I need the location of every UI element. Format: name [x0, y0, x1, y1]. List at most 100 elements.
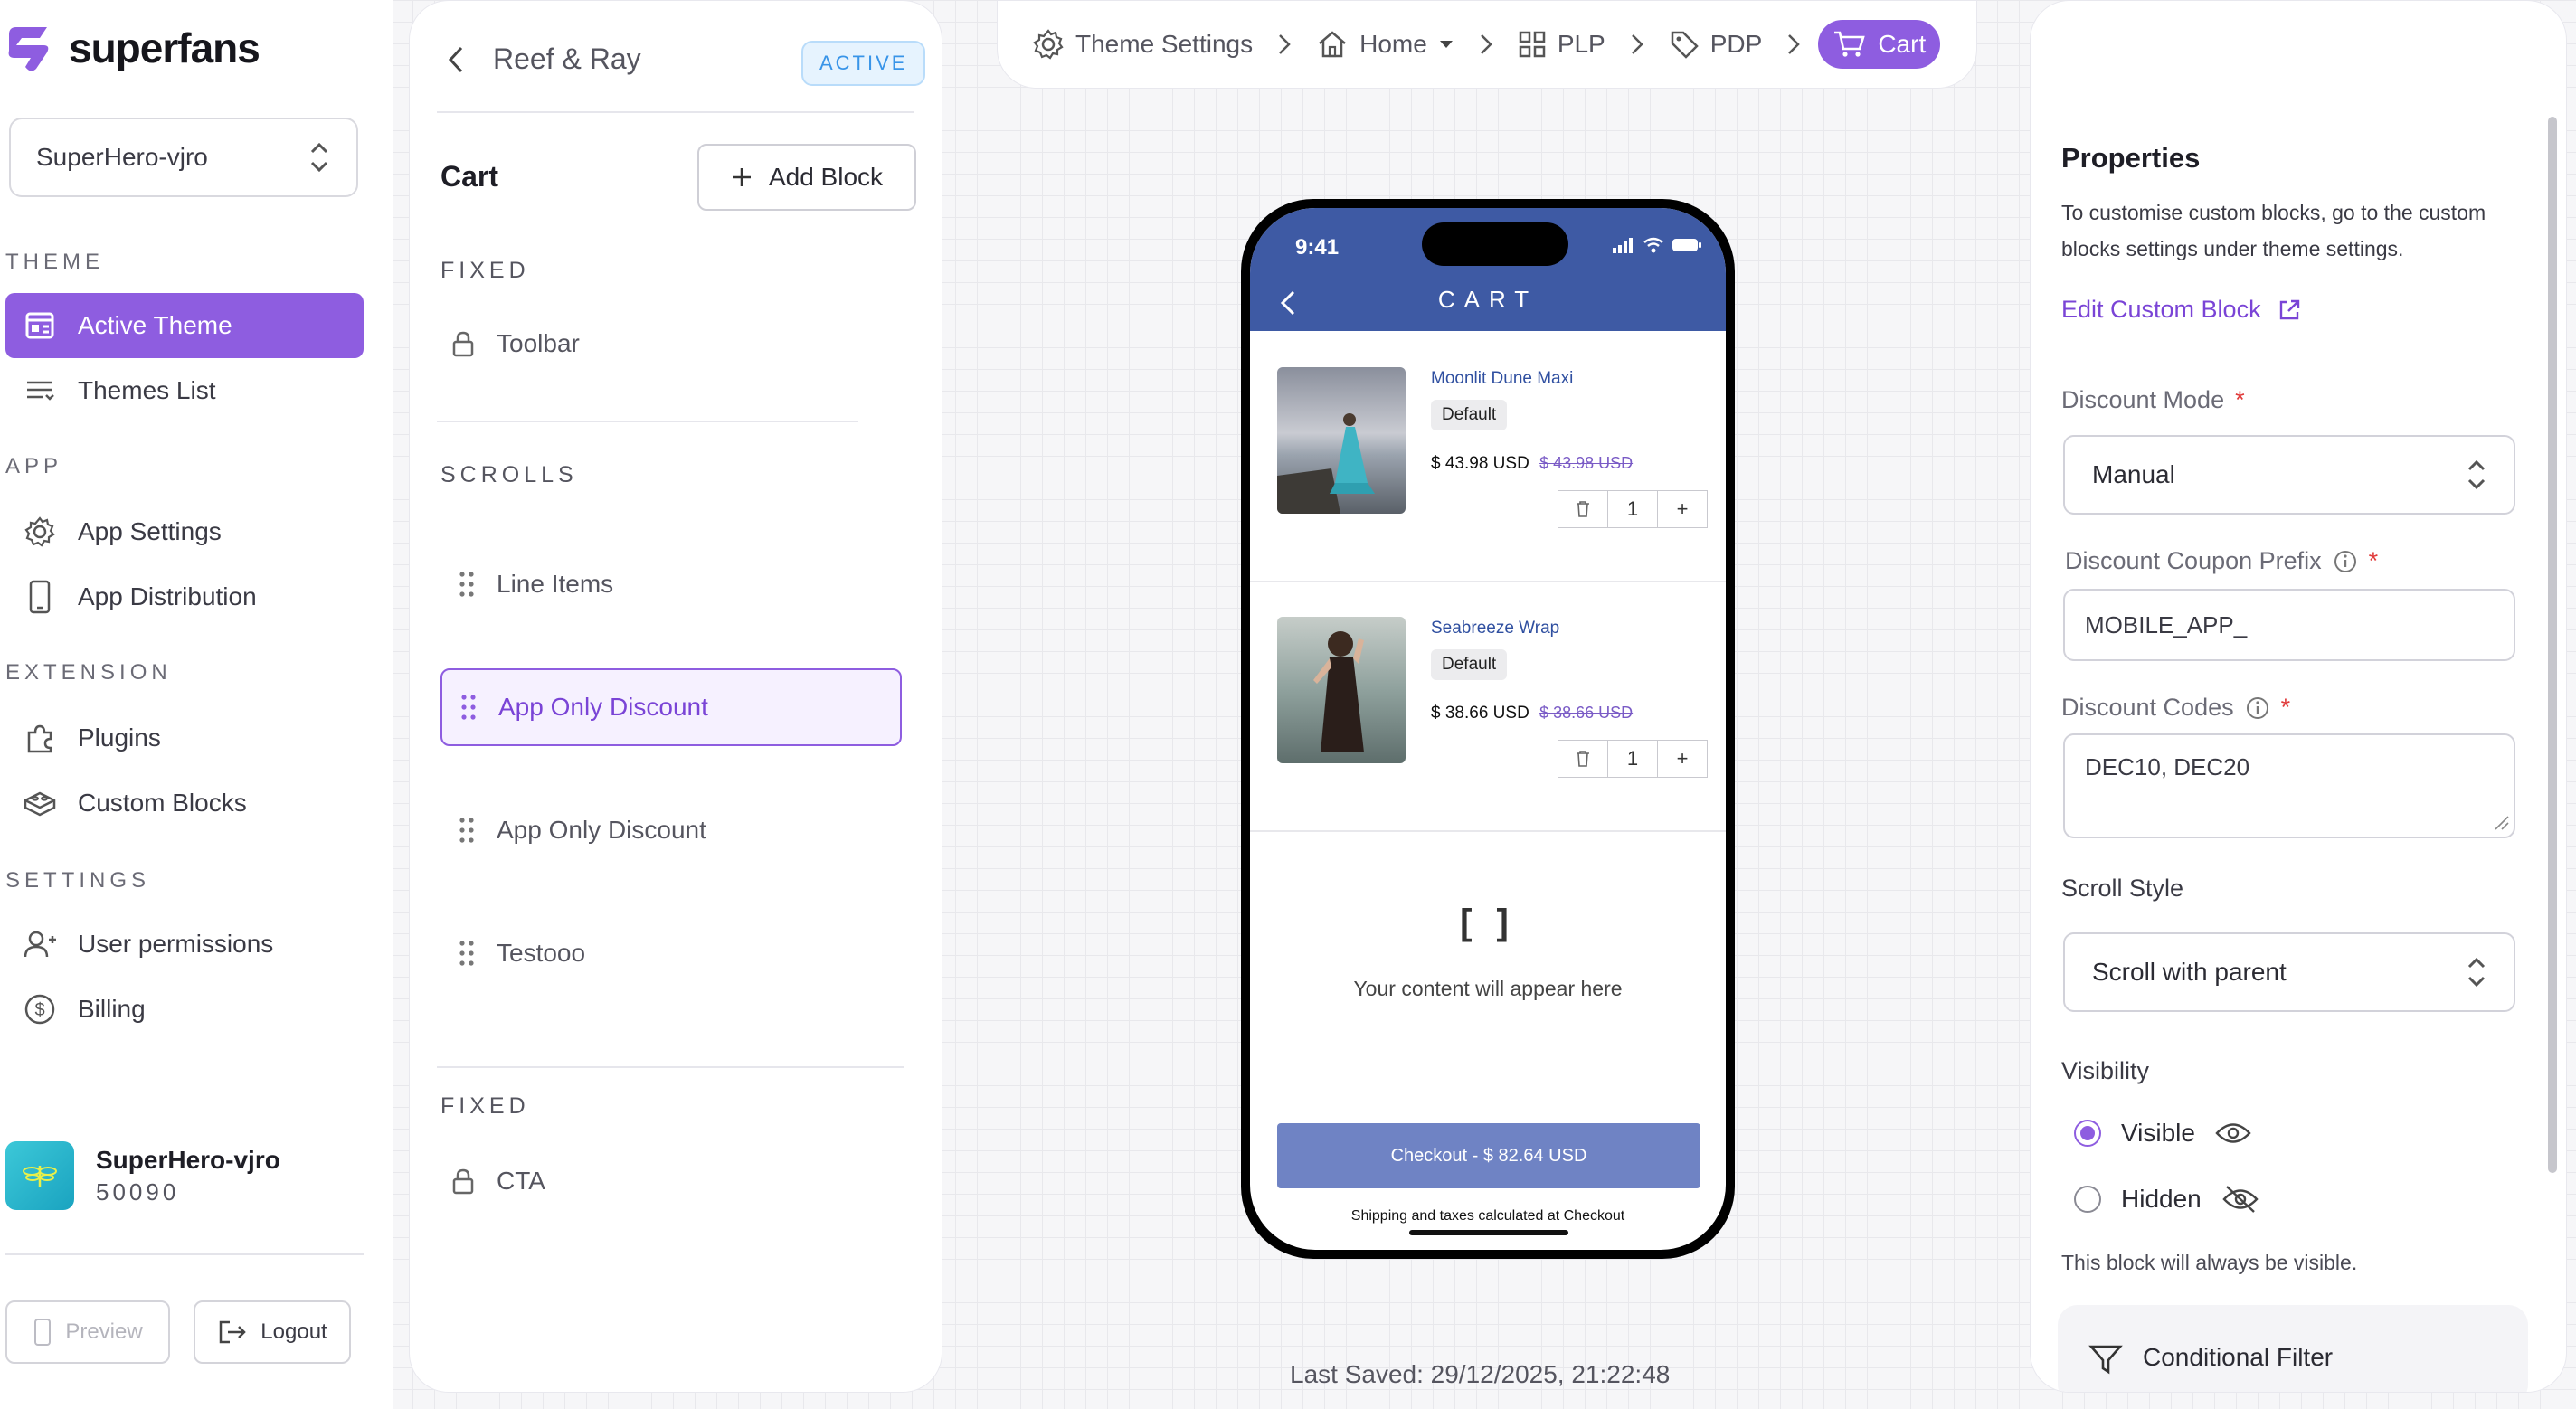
discount-mode-label: Discount Mode * — [2061, 386, 2245, 414]
placeholder-brackets-icon: [ ] — [1460, 903, 1516, 942]
add-block-button[interactable]: Add Block — [697, 144, 916, 211]
nav-billing[interactable]: $ Billing — [5, 977, 364, 1042]
back-icon[interactable] — [446, 44, 466, 75]
product-price: $ 38.66 USD $ 38.66 USD — [1431, 704, 1633, 723]
crumb-theme-settings[interactable]: Theme Settings — [1025, 28, 1260, 61]
plus-icon[interactable]: + — [1658, 741, 1707, 777]
page-title: Cart — [440, 160, 499, 193]
nav-custom-blocks[interactable]: Custom Blocks — [5, 771, 364, 836]
drag-handle-icon[interactable] — [459, 570, 475, 599]
required-mark: * — [2368, 547, 2379, 574]
product-image[interactable] — [1277, 367, 1406, 514]
trash-icon[interactable] — [1558, 491, 1608, 527]
shipping-note: Shipping and taxes calculated at Checkou… — [1350, 1208, 1625, 1224]
theme-header: Reef & Ray — [446, 43, 641, 76]
blocks-panel: Reef & Ray ACTIVE Cart Add Block FIXED T… — [409, 0, 942, 1393]
breadcrumb: Theme Settings Home PLP PDP Cart — [997, 0, 1977, 89]
divider — [437, 421, 858, 422]
preview-cart-title: CART — [1437, 286, 1539, 313]
plus-icon[interactable]: + — [1658, 491, 1707, 527]
product-image[interactable] — [1277, 617, 1406, 763]
nav-active-theme[interactable]: Active Theme — [5, 293, 364, 358]
required-mark: * — [2235, 386, 2245, 413]
block-line-items[interactable]: Line Items — [440, 545, 857, 623]
drag-handle-icon[interactable] — [460, 693, 477, 722]
block-testooo[interactable]: Testooo — [440, 914, 857, 992]
avatar — [5, 1141, 74, 1210]
product-name[interactable]: Moonlit Dune Maxi — [1431, 369, 1573, 389]
nav-user-permissions[interactable]: User permissions — [5, 912, 364, 977]
chevron-right-icon — [1780, 33, 1807, 56]
divider — [437, 1066, 904, 1068]
product-price: $ 43.98 USD $ 43.98 USD — [1431, 454, 1633, 474]
radio-unselected[interactable] — [2074, 1186, 2101, 1213]
signal-icon — [1613, 238, 1633, 253]
eye-off-icon — [2222, 1186, 2259, 1213]
nav-app-settings-label: App Settings — [78, 517, 222, 545]
info-icon[interactable] — [2333, 549, 2358, 574]
drag-handle-icon[interactable] — [459, 816, 475, 845]
block-label: App Only Discount — [498, 693, 708, 721]
theme-icon — [22, 307, 58, 344]
resize-handle-icon[interactable] — [2494, 815, 2510, 831]
discount-mode-value: Manual — [2092, 460, 2175, 488]
tag-icon — [1671, 31, 1699, 59]
variant-badge: Default — [1431, 649, 1508, 680]
store-select[interactable]: SuperHero-vjro — [9, 118, 358, 197]
phone-screen: 9:41 CART Moonlit Dune Maxi Default $ 43… — [1250, 208, 1726, 1250]
user-plus-icon — [22, 926, 58, 962]
visibility-option-hidden[interactable]: Hidden — [2074, 1184, 2259, 1215]
profile-card[interactable]: SuperHero-vjro 50090 — [5, 1141, 280, 1210]
nav-billing-label: Billing — [78, 995, 146, 1023]
edit-custom-block-link[interactable]: Edit Custom Block — [2061, 296, 2301, 324]
block-app-only-discount-selected[interactable]: App Only Discount — [440, 668, 902, 746]
phone-preview: 9:41 CART Moonlit Dune Maxi Default $ 43… — [1241, 199, 1735, 1259]
dynamic-island — [1422, 222, 1568, 266]
crumb-plp[interactable]: PLP — [1511, 30, 1613, 59]
preview-button[interactable]: Preview — [5, 1300, 170, 1364]
visibility-option-visible[interactable]: Visible — [2074, 1119, 2251, 1148]
radio-selected[interactable] — [2074, 1120, 2101, 1147]
logout-button[interactable]: Logout — [194, 1300, 351, 1364]
scroll-style-select[interactable]: Scroll with parent — [2063, 932, 2515, 1012]
product-name[interactable]: Seabreeze Wrap — [1431, 619, 1559, 638]
scroll-style-label: Scroll Style — [2061, 875, 2184, 902]
brand-logo[interactable]: superfans — [4, 22, 260, 74]
crumb-pdp[interactable]: PDP — [1662, 29, 1770, 60]
visibility-label: Visibility — [2061, 1057, 2150, 1084]
chevron-up-down-icon — [2467, 459, 2486, 490]
info-icon[interactable] — [2245, 695, 2270, 721]
group-fixed-bottom: FIXED — [440, 1093, 530, 1119]
dollar-circle-icon: $ — [22, 991, 58, 1027]
discount-mode-select[interactable]: Manual — [2063, 435, 2515, 515]
nav-app-settings[interactable]: App Settings — [5, 499, 364, 564]
compare-price: $ 38.66 USD — [1539, 704, 1634, 722]
properties-scrollbar[interactable] — [2548, 117, 2557, 1173]
drag-handle-icon[interactable] — [459, 939, 475, 968]
nav-app-distribution[interactable]: App Distribution — [5, 564, 364, 629]
discount-codes-textarea[interactable]: DEC10, DEC20 — [2063, 733, 2515, 838]
block-app-only-discount[interactable]: App Only Discount — [440, 791, 857, 869]
block-cta[interactable]: CTA — [437, 1142, 853, 1220]
checkout-button[interactable]: Checkout - $ 82.64 USD — [1277, 1123, 1700, 1188]
store-select-value: SuperHero-vjro — [36, 143, 208, 171]
preview-button-label: Preview — [65, 1319, 143, 1344]
nav-plugins[interactable]: Plugins — [5, 705, 364, 771]
coupon-prefix-input[interactable]: MOBILE_APP_ — [2063, 589, 2515, 661]
caret-down-icon — [1439, 41, 1453, 48]
block-toolbar[interactable]: Toolbar — [437, 305, 853, 383]
discount-codes-label: Discount Codes * — [2061, 694, 2290, 722]
add-block-label: Add Block — [768, 163, 884, 191]
crumb-home[interactable]: Home — [1309, 29, 1462, 60]
trash-icon[interactable] — [1558, 741, 1608, 777]
lock-icon — [452, 331, 474, 357]
quantity-stepper: 1 + — [1558, 740, 1708, 778]
crumb-label: Theme Settings — [1075, 30, 1254, 58]
gear-icon — [1033, 29, 1064, 60]
crumb-cart[interactable]: Cart — [1818, 20, 1941, 69]
quantity-value: 1 — [1608, 491, 1658, 527]
conditional-filter-label: Conditional Filter — [2143, 1343, 2334, 1371]
nav-themes-list[interactable]: Themes List — [5, 358, 364, 423]
section-settings: SETTINGS — [5, 868, 151, 893]
conditional-filter-section[interactable]: Conditional Filter — [2058, 1305, 2528, 1392]
